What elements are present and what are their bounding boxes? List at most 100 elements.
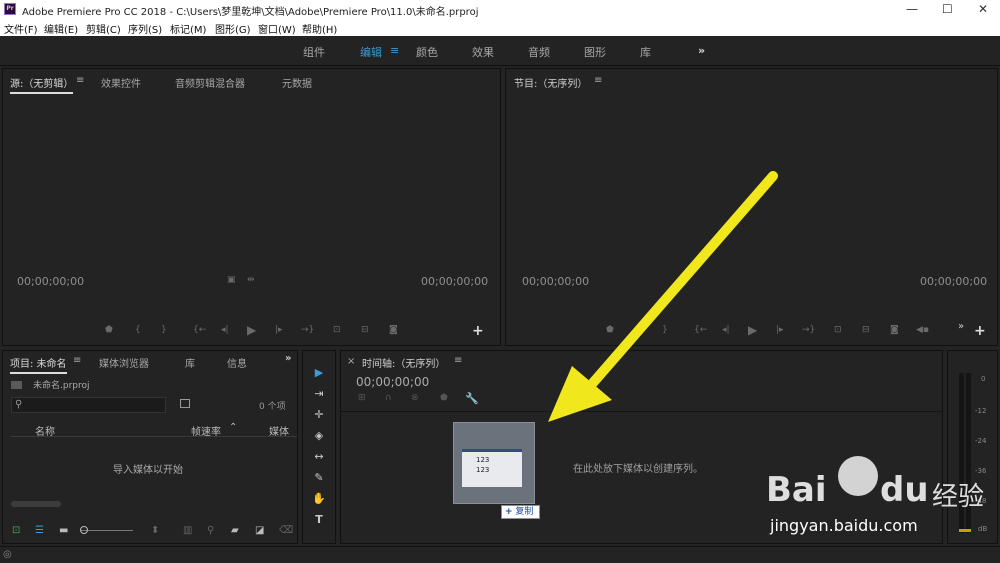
add-marker-icon[interactable]: ⬟ xyxy=(105,325,113,335)
project-horizontal-scrollbar[interactable] xyxy=(11,501,61,507)
program-step-forward-icon[interactable]: |▸ xyxy=(776,325,784,335)
mark-out-icon[interactable]: } xyxy=(161,325,167,335)
list-view-icon[interactable]: ☰ xyxy=(35,525,44,536)
play-icon[interactable]: ▶ xyxy=(247,323,256,337)
type-tool-icon[interactable]: T xyxy=(312,513,326,527)
find-icon[interactable]: ⚲ xyxy=(207,525,214,536)
icon-view-icon[interactable]: ▬ xyxy=(59,525,68,536)
menu-clip[interactable]: 剪辑(C) xyxy=(86,21,121,36)
new-bin-icon[interactable]: ▰ xyxy=(231,525,239,536)
meter-label-0: 0 xyxy=(981,375,986,383)
source-tab-menu-icon[interactable]: ≡ xyxy=(76,75,84,86)
export-frame-icon[interactable]: ◙ xyxy=(389,325,398,335)
workspace-audio[interactable]: 音频 xyxy=(528,44,550,60)
zoom-slider-handle[interactable] xyxy=(80,526,88,534)
column-name[interactable]: 名称 xyxy=(35,423,55,438)
workspace-assembly[interactable]: 组件 xyxy=(303,44,325,60)
insert-icon[interactable]: ⊡ xyxy=(333,325,341,335)
sort-ascending-icon[interactable]: ⌃ xyxy=(229,422,237,433)
timeline-title[interactable]: 时间轴:（无序列） xyxy=(362,355,445,370)
tab-media-browser[interactable]: 媒体浏览器 xyxy=(99,355,149,370)
program-more-icon[interactable]: » xyxy=(958,321,964,332)
hand-tool-icon[interactable]: ✋ xyxy=(312,492,326,506)
program-export-frame-icon[interactable]: ◙ xyxy=(890,325,899,335)
new-search-bin-icon[interactable] xyxy=(180,399,190,408)
lock-icon[interactable]: ⊡ xyxy=(12,525,20,536)
menu-edit[interactable]: 编辑(E) xyxy=(44,21,78,36)
workspace-color[interactable]: 颜色 xyxy=(416,44,438,60)
program-mark-in-icon[interactable]: { xyxy=(636,325,642,335)
menu-window[interactable]: 窗口(W) xyxy=(258,21,296,36)
timeline-menu-icon[interactable]: ≡ xyxy=(454,355,462,366)
go-to-out-icon[interactable]: →} xyxy=(301,325,314,335)
workspace-libraries[interactable]: 库 xyxy=(640,44,651,60)
wrench-icon[interactable]: 🔧 xyxy=(465,392,479,405)
extract-icon[interactable]: ⊟ xyxy=(862,325,870,335)
program-menu-icon[interactable]: ≡ xyxy=(594,75,602,86)
menu-marker[interactable]: 标记(M) xyxy=(170,21,206,36)
linked-selection-icon[interactable]: ⊗ xyxy=(411,393,419,403)
import-media-hint[interactable]: 导入媒体以开始 xyxy=(113,461,183,476)
program-title[interactable]: 节目:（无序列） xyxy=(514,75,587,90)
step-back-icon[interactable]: ◂| xyxy=(221,325,229,335)
workspace-menu-icon[interactable]: ≡ xyxy=(390,44,399,57)
slip-tool-icon[interactable]: ↔ xyxy=(312,450,326,464)
tab-libraries[interactable]: 库 xyxy=(185,355,195,370)
tab-source[interactable]: 源:（无剪辑） xyxy=(10,75,74,94)
tab-effect-controls[interactable]: 效果控件 xyxy=(101,75,141,90)
menu-help[interactable]: 帮助(H) xyxy=(302,21,337,36)
menu-graphics[interactable]: 图形(G) xyxy=(215,21,251,36)
zoom-slider[interactable] xyxy=(81,530,133,531)
lift-icon[interactable]: ⊡ xyxy=(834,325,842,335)
program-mark-out-icon[interactable]: } xyxy=(662,325,668,335)
new-item-icon[interactable]: ◪ xyxy=(255,525,264,536)
timeline-timecode[interactable]: 00;00;00;00 xyxy=(356,375,429,389)
pen-tool-icon[interactable]: ✎ xyxy=(312,471,326,485)
workspace-more-icon[interactable]: » xyxy=(698,44,705,57)
selection-tool-icon[interactable]: ▶ xyxy=(312,366,326,380)
nest-toggle-icon[interactable]: ⊞ xyxy=(358,393,366,403)
workspace-editing[interactable]: 编辑 xyxy=(360,44,382,60)
workspace-graphics[interactable]: 图形 xyxy=(584,44,606,60)
column-frame-rate[interactable]: 帧速率 xyxy=(191,423,221,438)
project-more-icon[interactable]: » xyxy=(285,353,291,364)
program-go-to-out-icon[interactable]: →} xyxy=(802,325,815,335)
workspace-bar: 组件 编辑 ≡ 颜色 效果 音频 图形 库 » xyxy=(0,36,1000,66)
overwrite-icon[interactable]: ⊟ xyxy=(361,325,369,335)
tab-audio-clip-mixer[interactable]: 音频剪辑混合器 xyxy=(175,75,245,90)
maximize-button[interactable]: ☐ xyxy=(942,2,953,16)
menu-sequence[interactable]: 序列(S) xyxy=(128,21,162,36)
program-step-back-icon[interactable]: ◂| xyxy=(722,325,730,335)
program-button-editor-icon[interactable]: + xyxy=(974,323,986,339)
close-button[interactable]: ✕ xyxy=(978,2,988,16)
program-add-marker-icon[interactable]: ⬟ xyxy=(606,325,614,335)
timeline-close-icon[interactable]: × xyxy=(347,356,355,367)
program-go-to-in-icon[interactable]: {← xyxy=(694,325,707,335)
timeline-marker-icon[interactable]: ⬟ xyxy=(440,393,448,403)
step-forward-icon[interactable]: |▸ xyxy=(275,325,283,335)
go-to-in-icon[interactable]: {← xyxy=(193,325,206,335)
program-play-icon[interactable]: ▶ xyxy=(748,323,757,337)
source-button-editor-icon[interactable]: + xyxy=(472,323,484,339)
track-select-tool-icon[interactable]: ⇥ xyxy=(312,387,326,401)
menu-file[interactable]: 文件(F) xyxy=(4,21,38,36)
sort-icon[interactable]: ⬍ xyxy=(151,525,159,536)
tab-info[interactable]: 信息 xyxy=(227,355,247,370)
column-media[interactable]: 媒体 xyxy=(269,423,289,438)
project-tab-menu-icon[interactable]: ≡ xyxy=(73,355,81,366)
razor-tool-icon[interactable]: ◈ xyxy=(312,429,326,443)
source-drag-icon[interactable]: ⇹ xyxy=(247,275,255,285)
automate-to-sequence-icon[interactable]: ▥ xyxy=(183,525,192,536)
tab-project[interactable]: 项目: 未命名 xyxy=(10,355,67,374)
source-settings-icon[interactable]: ▣ xyxy=(227,275,236,285)
clear-icon[interactable]: ⌫ xyxy=(279,525,293,536)
workspace-effects[interactable]: 效果 xyxy=(472,44,494,60)
dragged-media-thumbnail[interactable]: 123 123 xyxy=(453,422,535,504)
project-search-input[interactable]: ⚲ xyxy=(11,397,166,413)
minimize-button[interactable]: — xyxy=(906,2,918,16)
snap-icon[interactable]: ∩ xyxy=(385,393,392,403)
tab-metadata[interactable]: 元数据 xyxy=(282,75,312,90)
ripple-edit-tool-icon[interactable]: ✛ xyxy=(312,408,326,422)
mark-in-icon[interactable]: { xyxy=(135,325,141,335)
comparison-view-icon[interactable]: ◀▪ xyxy=(916,325,929,335)
